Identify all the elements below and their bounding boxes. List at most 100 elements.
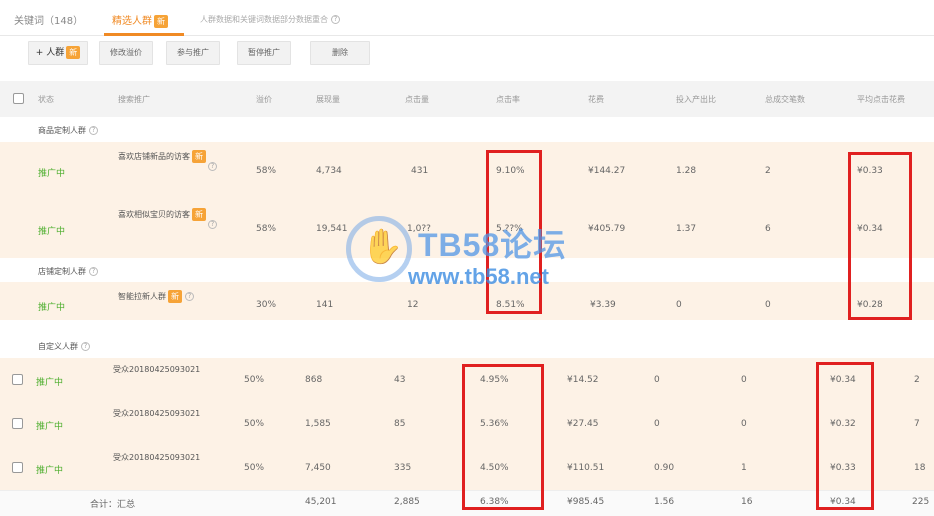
column-header-status[interactable]: 状态 (38, 94, 54, 105)
column-header-roi[interactable]: 投入产出比 (676, 94, 716, 105)
impressions-value: 19,541 (316, 224, 348, 234)
column-header-search-promo[interactable]: 搜索推广 (118, 94, 150, 105)
cost-value: ¥110.51 (567, 463, 605, 473)
group-label-custom: 自定义人群? (38, 341, 90, 352)
tab-keywords[interactable]: 关键词（148） (14, 12, 83, 27)
cpc-highlight-box (848, 152, 912, 320)
add-crowd-label: + 人群 (35, 48, 65, 58)
orders-value: 0 (741, 375, 747, 385)
total-orders: 16 (741, 497, 753, 507)
status-label: 推广中 (36, 466, 64, 476)
roi-value: 1.28 (676, 166, 697, 176)
table-header: 状态 搜索推广 溢价 展现量 点击量 点击率 花费 投入产出比 总成交笔数 平均… (0, 81, 934, 117)
total-clicks: 2,885 (394, 497, 420, 507)
help-icon[interactable]: ? (208, 220, 217, 229)
hand-icon: ✋ (361, 227, 404, 267)
help-icon[interactable]: ? (89, 126, 98, 135)
clicks-value: 43 (394, 375, 406, 385)
premium-value[interactable]: 50% (244, 463, 264, 473)
column-header-impressions[interactable]: 展现量 (316, 94, 340, 105)
modify-premium-button[interactable]: 修改溢价 (99, 41, 153, 65)
premium-value[interactable]: 30% (256, 300, 276, 310)
roi-value: 0 (654, 375, 660, 385)
extra-value: 2 (914, 375, 920, 385)
crowd-management-panel: 关键词（148） 精选人群新 人群数据和关键词数据部分数据重合? + 人群新 修… (0, 0, 934, 516)
column-header-clicks[interactable]: 点击量 (405, 94, 429, 105)
new-badge: 新 (66, 46, 81, 59)
roi-value: 0 (654, 419, 660, 429)
status-label: 推广中 (36, 378, 64, 388)
cost-value: ¥27.45 (567, 419, 599, 429)
join-promotion-button[interactable]: 参与推广 (166, 41, 220, 65)
column-header-avg-cpc[interactable]: 平均点击花费 (857, 94, 905, 105)
column-header-orders[interactable]: 总成交笔数 (765, 94, 805, 105)
impressions-value: 1,585 (305, 419, 331, 429)
cost-value: ¥14.52 (567, 375, 599, 385)
row-checkbox[interactable] (12, 374, 23, 385)
crowd-name-text: 喜欢相似宝贝的访客 (118, 210, 190, 219)
total-roi: 1.56 (654, 497, 675, 507)
cost-value: ¥144.27 (588, 166, 626, 176)
extra-value: 18 (914, 463, 926, 473)
cpc-highlight-box-custom (816, 362, 874, 510)
tab-selected-crowds-label: 精选人群 (112, 16, 152, 27)
row-checkbox[interactable] (12, 418, 23, 429)
tab-selected-crowds[interactable]: 精选人群新 (112, 12, 168, 28)
group-label-product-text: 商品定制人群 (38, 126, 86, 135)
help-icon[interactable]: ? (208, 162, 217, 171)
crowd-name: 受众20180425093021 (113, 409, 201, 418)
help-icon[interactable]: ? (81, 342, 90, 351)
cost-value: ¥405.79 (588, 224, 626, 234)
status-label: 推广中 (38, 303, 66, 313)
column-header-cost[interactable]: 花费 (588, 94, 604, 105)
orders-value: 6 (765, 224, 771, 234)
group-label-store-text: 店铺定制人群 (38, 267, 86, 276)
pause-promotion-button[interactable]: 暂停推广 (237, 41, 291, 65)
clicks-value: 335 (394, 463, 412, 473)
select-all-checkbox[interactable] (13, 93, 24, 104)
column-header-ctr[interactable]: 点击率 (496, 94, 520, 105)
add-crowd-button[interactable]: + 人群新 (28, 41, 88, 65)
crowd-name-text: 喜欢店铺新品的访客 (118, 152, 190, 161)
crowd-name: 喜欢店铺新品的访客新 (118, 150, 206, 163)
clicks-value: 431 (411, 166, 429, 176)
impressions-value: 141 (316, 300, 334, 310)
new-badge: 新 (192, 208, 206, 221)
watermark-url: www.tb58.net (408, 264, 549, 289)
premium-value[interactable]: 50% (244, 375, 264, 385)
premium-value[interactable]: 58% (256, 224, 276, 234)
total-impressions: 45,201 (305, 497, 337, 507)
impressions-value: 4,734 (316, 166, 342, 176)
group-label-product: 商品定制人群? (38, 125, 98, 136)
row-checkbox[interactable] (12, 462, 23, 473)
roi-value: 1.37 (676, 224, 697, 234)
delete-button[interactable]: 删除 (310, 41, 370, 65)
total-label: 合计：汇总 (90, 500, 136, 510)
status-label: 推广中 (38, 227, 66, 237)
crowd-name: 喜欢相似宝贝的访客新 (118, 208, 206, 221)
crowd-name: 智能拉新人群新? (118, 290, 194, 303)
new-badge: 新 (154, 14, 168, 28)
roi-value: 0 (676, 300, 682, 310)
total-extra: 225 (912, 497, 930, 507)
impressions-value: 7,450 (305, 463, 331, 473)
premium-value[interactable]: 58% (256, 166, 276, 176)
new-badge: 新 (192, 150, 206, 163)
help-icon[interactable]: ? (331, 15, 340, 24)
status-label: 推广中 (36, 422, 64, 432)
help-icon[interactable]: ? (185, 292, 194, 301)
cost-value: ¥3.39 (590, 300, 616, 310)
extra-value: 7 (914, 419, 920, 429)
watermark-title: TB58论坛 (418, 227, 567, 263)
premium-value[interactable]: 50% (244, 419, 264, 429)
crowd-name: 受众20180425093021 (113, 453, 201, 462)
table-row[interactable]: 推广中 喜欢店铺新品的访客新 ? 58% 4,734 431 9.10% ¥14… (0, 142, 934, 200)
help-icon[interactable]: ? (89, 267, 98, 276)
column-header-premium[interactable]: 溢价 (256, 94, 272, 105)
tab-bar: 关键词（148） 精选人群新 人群数据和关键词数据部分数据重合? (0, 0, 934, 36)
crowd-name: 受众20180425093021 (113, 365, 201, 374)
active-tab-indicator (104, 33, 184, 36)
orders-value: 0 (741, 419, 747, 429)
tab-hint-text: 人群数据和关键词数据部分数据重合 (200, 15, 328, 24)
crowd-name-text: 智能拉新人群 (118, 292, 166, 301)
